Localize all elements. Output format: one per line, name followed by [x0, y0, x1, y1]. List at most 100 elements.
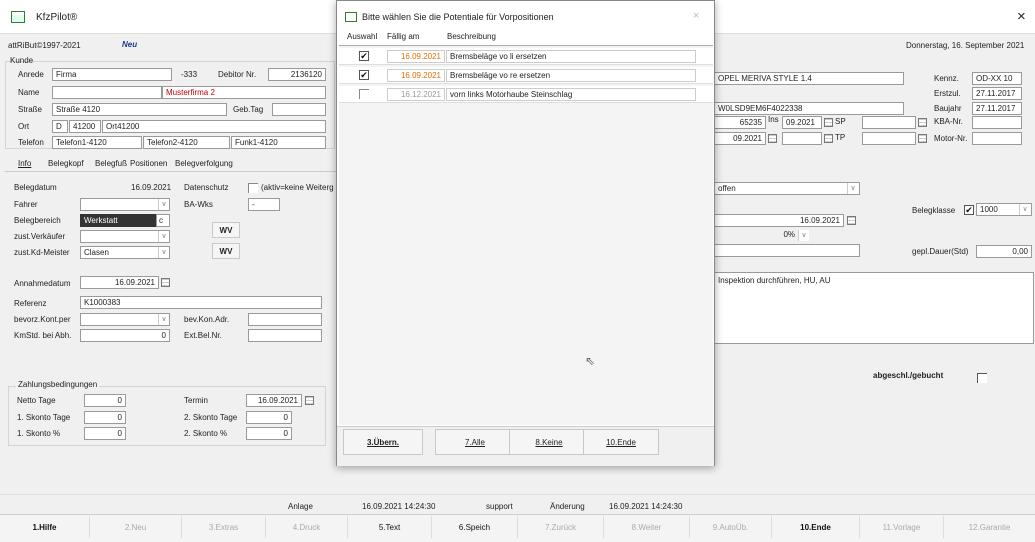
gebtag-field[interactable] — [272, 103, 326, 116]
tab-positionen[interactable]: Positionen — [130, 159, 167, 168]
fahrer-label: Fahrer — [14, 200, 38, 209]
bemerkung-textarea[interactable]: Inspektion durchführen, HU, AU — [714, 272, 1034, 344]
konadr-field[interactable] — [248, 313, 322, 326]
calendar-icon[interactable] — [768, 134, 777, 144]
f7-zurueck-button[interactable]: 7.Zurück — [518, 516, 604, 538]
tab-belegkopf[interactable]: Belegkopf — [48, 159, 84, 168]
tuv-field[interactable]: 09.2021 — [714, 132, 766, 145]
prozent-field[interactable]: 0% — [714, 229, 798, 242]
bawks-field[interactable]: - — [248, 198, 280, 211]
calendar-icon[interactable] — [918, 134, 927, 144]
ins-field[interactable]: 09.2021 — [782, 116, 822, 129]
extra-field[interactable] — [714, 244, 860, 257]
calendar-icon[interactable] — [918, 118, 927, 128]
f8-weiter-button[interactable]: 8.Weiter — [604, 516, 690, 538]
belegklasse-checkbox[interactable]: ✔ — [964, 205, 974, 215]
erstzul-field[interactable]: 27.11.2017 — [972, 87, 1022, 100]
kennz-field[interactable]: OD-XX 10 — [972, 72, 1022, 85]
name-field-2[interactable]: Musterfirma 2 — [162, 86, 326, 99]
datenschutz-checkbox[interactable] — [248, 183, 258, 193]
close-icon[interactable]: × — [1017, 8, 1026, 25]
wv-button-kdmeister[interactable]: WV — [212, 243, 240, 259]
tab-belegverfolgung[interactable]: Belegverfolgung — [175, 159, 233, 168]
list-item[interactable]: ✔ 16.09.2021 Bremsbeläge vo li ersetzen — [339, 48, 713, 65]
chevron-down-icon[interactable]: ∨ — [158, 231, 169, 242]
dialog-close-icon[interactable]: × — [693, 10, 699, 22]
land-field[interactable]: D — [52, 120, 68, 133]
annahme-field[interactable]: 16.09.2021 — [80, 276, 159, 289]
calendar-icon[interactable] — [161, 278, 170, 288]
plz-field[interactable]: 41200 — [69, 120, 101, 133]
skonto1t-field[interactable]: 0 — [84, 411, 126, 424]
calendar-icon[interactable] — [305, 396, 314, 406]
list-item[interactable]: 16.12.2021 vorn links Motorhaube Steinsc… — [339, 86, 713, 103]
calendar-icon[interactable] — [847, 216, 856, 226]
row-checkbox[interactable]: ✔ — [359, 51, 369, 61]
modell-field[interactable]: OPEL MERIVA STYLE 1.4 — [714, 72, 904, 85]
f11-vorlage-button[interactable]: 11.Vorlage — [860, 516, 944, 538]
verkaeufer-select[interactable] — [80, 230, 170, 243]
kmstd-field[interactable]: 0 — [80, 329, 170, 342]
telefon2-field[interactable]: Telefon2-4120 — [143, 136, 230, 149]
abgeschl-checkbox[interactable] — [977, 373, 987, 383]
alle-button[interactable]: 7.Alle — [435, 429, 515, 455]
tp-field[interactable] — [862, 132, 916, 145]
f9-autoueb-button[interactable]: 9.AutoÜb. — [690, 516, 772, 538]
status-select[interactable]: offen — [714, 182, 860, 195]
wv-button-verkaeufer[interactable]: WV — [212, 222, 240, 238]
f4-druck-button[interactable]: 4.Druck — [266, 516, 348, 538]
motor-field[interactable] — [972, 132, 1022, 145]
chevron-down-icon[interactable]: ∨ — [1019, 204, 1030, 215]
baujahr-field[interactable]: 27.11.2017 — [972, 102, 1022, 115]
chevron-down-icon[interactable]: ∨ — [158, 199, 169, 210]
f3-extras-button[interactable]: 3.Extras — [182, 516, 266, 538]
telefon1-field[interactable]: Telefon1-4120 — [52, 136, 142, 149]
referenz-field[interactable]: K1000383 — [80, 296, 322, 309]
dauer-field[interactable]: 0,00 — [976, 245, 1032, 258]
debitor-field[interactable]: 2136120 — [268, 68, 326, 81]
datum-field[interactable]: 16.09.2021 — [714, 214, 844, 227]
f12-garantie-button[interactable]: 12.Garantie — [944, 516, 1035, 538]
belegbereich-select[interactable]: Werkstatt — [80, 214, 156, 227]
ort-field[interactable]: Ort41200 — [102, 120, 326, 133]
f2-neu-button[interactable]: 2.Neu — [90, 516, 182, 538]
sp-field[interactable] — [862, 116, 916, 129]
chevron-down-icon[interactable]: ∨ — [798, 230, 809, 241]
kontper-select[interactable] — [80, 313, 170, 326]
vin-field[interactable]: W0LSD9EM6F4022338 — [714, 102, 904, 115]
row-checkbox[interactable]: ✔ — [359, 70, 369, 80]
row-checkbox[interactable] — [359, 89, 369, 99]
f10-ende-button[interactable]: 10.Ende — [772, 516, 860, 538]
termin-field[interactable]: 16.09.2021 — [246, 394, 302, 407]
belegbereich-mark[interactable]: c — [156, 214, 170, 227]
tab-belegfuss[interactable]: Belegfuß — [95, 159, 127, 168]
f1-hilfe-button[interactable]: 1.Hilfe — [0, 516, 90, 538]
uebern-button[interactable]: 3.Übern. — [343, 429, 423, 455]
calendar-icon[interactable] — [824, 134, 833, 144]
skonto2p-field[interactable]: 0 — [246, 427, 292, 440]
calendar-icon[interactable] — [824, 118, 833, 128]
fahrer-select[interactable] — [80, 198, 170, 211]
ende-button[interactable]: 10.Ende — [583, 429, 659, 455]
tuv2-field[interactable] — [782, 132, 822, 145]
km-field[interactable]: 65235 — [714, 116, 766, 129]
kdmeister-select[interactable]: Clasen — [80, 246, 170, 259]
chevron-down-icon[interactable]: ∨ — [158, 247, 169, 258]
f6-speich-button[interactable]: 6.Speich — [432, 516, 518, 538]
strasse-field[interactable]: Straße 4120 — [52, 103, 227, 116]
f5-text-button[interactable]: 5.Text — [348, 516, 432, 538]
skonto2t-field[interactable]: 0 — [246, 411, 292, 424]
chevron-down-icon[interactable]: ∨ — [158, 314, 169, 325]
kba-field[interactable] — [972, 116, 1022, 129]
name-field-1[interactable] — [52, 86, 162, 99]
tab-info[interactable]: Info — [18, 159, 31, 168]
list-item[interactable]: ✔ 16.09.2021 Bremsbeläge vo re ersetzen — [339, 67, 713, 84]
anrede-field[interactable]: Firma — [52, 68, 172, 81]
gebtag-label: Geb.Tag — [233, 105, 264, 114]
chevron-down-icon[interactable]: ∨ — [847, 183, 858, 194]
keine-button[interactable]: 8.Keine — [509, 429, 589, 455]
extbel-field[interactable] — [248, 329, 322, 342]
netto-field[interactable]: 0 — [84, 394, 126, 407]
skonto1p-field[interactable]: 0 — [84, 427, 126, 440]
funk-field[interactable]: Funk1-4120 — [231, 136, 326, 149]
